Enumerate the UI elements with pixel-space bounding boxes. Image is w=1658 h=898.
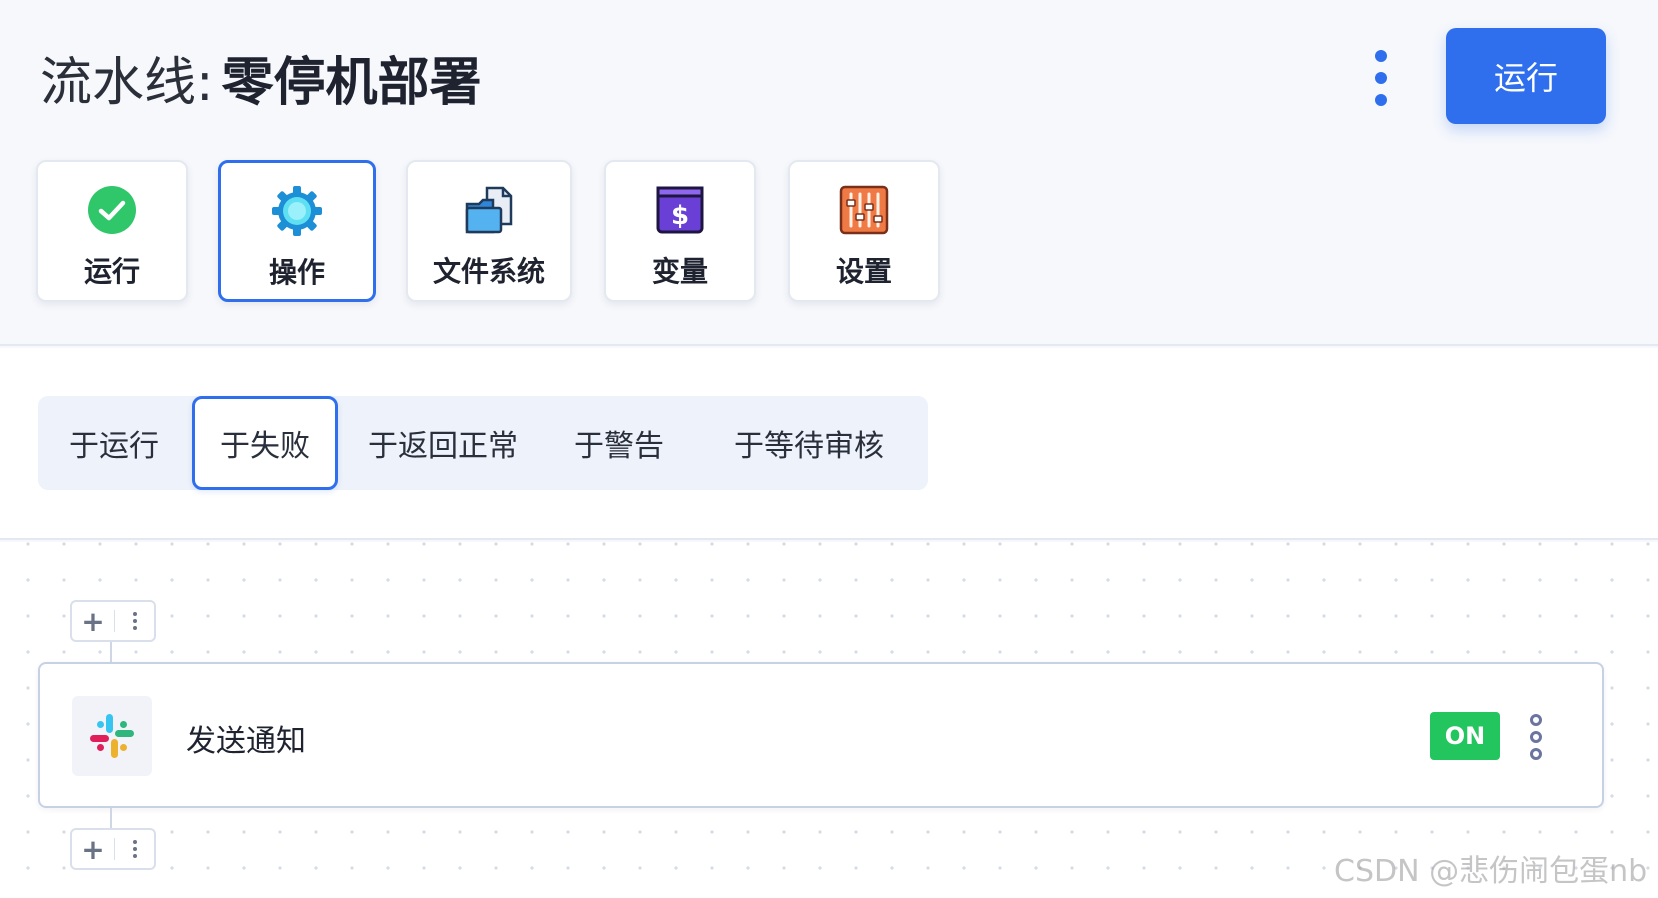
insert-step-toolbar-top: + [70,600,156,642]
kebab-dot [132,840,137,844]
kebab-dot [132,619,137,623]
trigger-tabbar: 于运行 于失败 于返回正常 于警告 于等待审核 [38,396,928,490]
tab-on-run[interactable]: 于运行 [38,396,190,490]
toolbar-card-label: 操作 [268,256,325,289]
gear-icon [272,186,322,236]
add-step-icon[interactable]: + [72,830,114,868]
toolbar-card-label: 运行 [83,255,140,288]
step-title: 发送通知 [186,724,306,759]
step-node-send-notification[interactable]: 发送通知 ON [38,662,1604,808]
connector-line [110,808,112,828]
toolbar-card-label: 文件系统 [432,255,545,288]
check-circle-icon [88,186,136,234]
toolbar-card-label: 变量 [651,255,708,288]
kebab-dot [1530,748,1542,760]
tab-on-recovery[interactable]: 于返回正常 [340,396,546,490]
page-title: 流水线: 零停机部署 [40,40,482,115]
more-options-icon[interactable] [115,602,154,640]
toolbar-card-filesystem[interactable]: 文件系统 [406,160,572,302]
tab-on-warning[interactable]: 于警告 [546,396,692,490]
kebab-dot [132,847,137,851]
toolbar-card-label: 设置 [835,255,892,288]
tab-on-pending-approval[interactable]: 于等待审核 [692,396,926,490]
step-more-options-icon[interactable] [1528,714,1544,760]
kebab-dot [1375,50,1387,62]
kebab-dot [1530,731,1542,743]
watermark: CSDN @悲伤闹包蛋nb [1334,854,1648,889]
add-step-icon[interactable]: + [72,602,114,640]
toolbar-card-variables[interactable]: $ 变量 [604,160,756,302]
kebab-dot [1375,72,1387,84]
slack-icon [72,696,152,776]
pipeline-header: 流水线: 零停机部署 运行 运行 操作 文件系统 $ 变量 设置 [0,0,1658,346]
kebab-dot [132,854,137,858]
trigger-tabs-zone: 于运行 于失败 于返回正常 于警告 于等待审核 [0,348,1658,540]
run-button[interactable]: 运行 [1446,28,1606,124]
kebab-dot [1530,714,1542,726]
tab-on-failure[interactable]: 于失败 [192,396,338,490]
toolbar-card-run[interactable]: 运行 [36,160,188,302]
insert-step-toolbar-bottom: + [70,828,156,870]
toolbar-card-settings[interactable]: 设置 [788,160,940,302]
pipeline-name: 零停机部署 [221,53,482,113]
toolbar-card-operations[interactable]: 操作 [218,160,376,302]
kebab-dot [1375,94,1387,106]
connector-line [110,642,112,662]
dollar-icon: $ [656,186,704,234]
title-prefix: 流水线: [40,53,214,113]
kebab-dot [132,612,137,616]
kebab-dot [132,626,137,630]
sliders-icon [839,185,889,235]
enabled-toggle[interactable]: ON [1430,712,1500,760]
files-icon [465,186,513,234]
more-options-icon[interactable] [1368,50,1394,106]
workflow-canvas: + 发送通知 ON + [0,542,1658,898]
svg-text:$: $ [671,201,689,231]
more-options-icon[interactable] [115,830,154,868]
